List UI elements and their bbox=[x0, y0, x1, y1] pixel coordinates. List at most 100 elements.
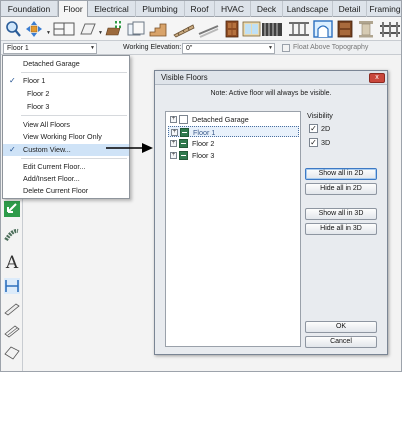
tab-hvac[interactable]: HVAC bbox=[215, 1, 251, 17]
show-all-2d-button[interactable]: Show all in 2D bbox=[305, 168, 377, 180]
float-checkbox[interactable] bbox=[282, 44, 290, 52]
visibility-2d-label: 2D bbox=[321, 124, 331, 133]
door-icon[interactable] bbox=[225, 20, 239, 38]
tab-foundation[interactable]: Foundation bbox=[1, 1, 58, 17]
expand-icon[interactable]: + bbox=[170, 140, 177, 147]
chevron-down-icon[interactable]: ▼ bbox=[46, 30, 51, 36]
arch-opening-icon[interactable] bbox=[313, 20, 333, 38]
tab-deck[interactable]: Deck bbox=[251, 1, 283, 17]
menu-item-floor-3[interactable]: Floor 3 bbox=[3, 101, 129, 113]
working-elevation-input[interactable]: 0" ▼ bbox=[182, 43, 275, 54]
dialog-title: Visible Floors bbox=[161, 73, 208, 82]
menu-item-floor-1[interactable]: ✓ Floor 1 bbox=[3, 75, 129, 87]
menu-item-label: View Working Floor Only bbox=[23, 132, 102, 141]
floor-visible-checkbox[interactable] bbox=[179, 139, 188, 148]
window-icon[interactable] bbox=[242, 20, 262, 38]
visible-floors-dialog: Visible Floors x Note: Active floor will… bbox=[154, 70, 388, 355]
menu-item-view-all-floors[interactable]: View All Floors bbox=[3, 119, 129, 131]
stone-texture-icon[interactable] bbox=[4, 227, 20, 243]
column-icon[interactable] bbox=[357, 20, 375, 38]
floor-visible-checkbox[interactable] bbox=[180, 128, 189, 137]
menu-item-label: Custom View... bbox=[23, 145, 71, 154]
menu-item-label: Delete Current Floor bbox=[23, 186, 89, 195]
option-bar: Floor 1 ▼ Working Elevation: 0" ▼ Float … bbox=[1, 41, 401, 55]
visibility-3d-checkbox[interactable]: ✓ bbox=[309, 138, 318, 147]
text-tool-icon[interactable]: A bbox=[4, 255, 20, 272]
ribbon-toolbar: ▼ ▼ bbox=[1, 17, 401, 41]
menu-item-label: Floor 3 bbox=[27, 102, 50, 111]
beam-icon[interactable] bbox=[4, 301, 20, 317]
visibility-group: Visibility ✓ 2D ✓ 3D bbox=[307, 111, 379, 156]
joist-icon[interactable] bbox=[4, 323, 20, 339]
menu-item-label: Floor 1 bbox=[23, 76, 46, 85]
floor-plan-overlay-icon[interactable] bbox=[127, 20, 145, 38]
chevron-down-icon[interactable]: ▼ bbox=[98, 30, 103, 36]
tab-landscape[interactable]: Landscape bbox=[283, 1, 333, 17]
menu-item-detached-garage[interactable]: Detached Garage bbox=[3, 58, 129, 70]
stairs-icon[interactable] bbox=[149, 20, 169, 38]
callout-arrow-icon bbox=[106, 143, 153, 153]
visibility-heading: Visibility bbox=[307, 111, 333, 120]
floor-select[interactable]: Floor 1 ▼ bbox=[3, 43, 97, 54]
dimension-icon[interactable] bbox=[4, 278, 20, 294]
magnifier-icon[interactable] bbox=[5, 20, 21, 38]
chevron-down-icon: ▼ bbox=[268, 45, 273, 51]
show-all-3d-button[interactable]: Show all in 3D bbox=[305, 208, 377, 220]
fence-icon[interactable] bbox=[261, 20, 283, 38]
expand-icon[interactable]: + bbox=[170, 152, 177, 159]
ramp-icon[interactable] bbox=[173, 20, 195, 38]
close-button[interactable]: x bbox=[369, 73, 385, 83]
cancel-button[interactable]: Cancel bbox=[305, 336, 377, 348]
diagonal-arrow-icon[interactable] bbox=[4, 201, 20, 217]
move-tool-icon[interactable] bbox=[25, 20, 43, 38]
ok-button[interactable]: OK bbox=[305, 321, 377, 333]
menu-item-edit-current-floor[interactable]: Edit Current Floor... bbox=[3, 161, 129, 173]
expand-icon[interactable]: + bbox=[170, 116, 177, 123]
floor-row-detached-garage[interactable]: + Detached Garage bbox=[168, 114, 299, 125]
floor-dropdown-menu: Detached Garage ✓ Floor 1 Floor 2 Floor 3… bbox=[2, 55, 130, 199]
tab-electrical[interactable]: Electrical bbox=[88, 1, 136, 17]
floor-row-floor-1[interactable]: + Floor 1 bbox=[168, 126, 299, 137]
check-icon: ✓ bbox=[9, 145, 16, 154]
floor-label: Floor 1 bbox=[193, 128, 216, 137]
menu-item-delete-current-floor[interactable]: Delete Current Floor bbox=[3, 185, 129, 197]
tab-roof[interactable]: Roof bbox=[185, 1, 215, 17]
menu-item-label: Floor 2 bbox=[27, 89, 50, 98]
expand-icon[interactable]: + bbox=[171, 129, 178, 136]
float-label: Float Above Topography bbox=[293, 44, 369, 51]
floor-visible-checkbox[interactable] bbox=[179, 151, 188, 160]
visibility-2d-checkbox[interactable]: ✓ bbox=[309, 124, 318, 133]
floor-select-value: Floor 1 bbox=[7, 45, 29, 52]
floor-plan-icon[interactable] bbox=[53, 20, 75, 38]
floor-row-floor-3[interactable]: + Floor 3 bbox=[168, 150, 299, 161]
floor-list: + Detached Garage + Floor 1 + Floor 2 + … bbox=[165, 111, 301, 347]
close-icon: x bbox=[375, 74, 379, 81]
floor-label: Floor 2 bbox=[192, 139, 215, 148]
tab-plumbing[interactable]: Plumbing bbox=[136, 1, 185, 17]
application-window: Foundation Floor Electrical Plumbing Roo… bbox=[0, 0, 402, 372]
floor-label: Detached Garage bbox=[192, 115, 249, 124]
tab-floor[interactable]: Floor bbox=[58, 1, 88, 18]
menu-item-floor-2[interactable]: Floor 2 bbox=[3, 88, 129, 100]
working-elevation-value: 0" bbox=[186, 45, 193, 52]
tab-framing[interactable]: Framing bbox=[367, 1, 401, 17]
dialog-title-bar: Visible Floors x bbox=[155, 71, 387, 85]
floor-outline-icon[interactable] bbox=[79, 20, 97, 38]
fence-icon[interactable] bbox=[379, 20, 401, 38]
floor-visible-checkbox[interactable] bbox=[179, 115, 188, 124]
hide-all-3d-button[interactable]: Hide all in 3D bbox=[305, 223, 377, 235]
hide-all-2d-button[interactable]: Hide all in 2D bbox=[305, 183, 377, 195]
menu-separator bbox=[21, 115, 127, 116]
menu-item-label: Detached Garage bbox=[23, 59, 80, 68]
add-floor-icon[interactable] bbox=[104, 20, 122, 38]
floor-row-floor-2[interactable]: + Floor 2 bbox=[168, 138, 299, 149]
visibility-3d-label: 3D bbox=[321, 138, 331, 147]
railing-icon[interactable] bbox=[198, 20, 220, 38]
tab-detail[interactable]: Detail bbox=[333, 1, 367, 17]
slab-icon[interactable] bbox=[4, 345, 20, 361]
menu-item-add-insert-floor[interactable]: Add/Insert Floor... bbox=[3, 173, 129, 185]
cabinet-icon[interactable] bbox=[337, 20, 353, 38]
menu-separator bbox=[21, 72, 127, 73]
balustrade-icon[interactable] bbox=[288, 20, 310, 38]
dialog-note: Note: Active floor will always be visibl… bbox=[210, 90, 332, 97]
